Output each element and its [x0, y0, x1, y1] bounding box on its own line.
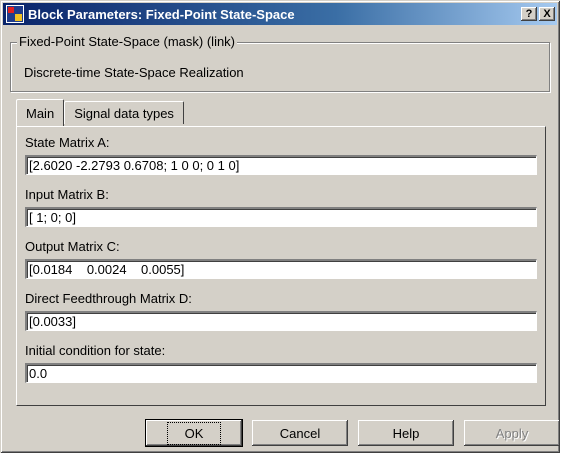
state-matrix-a-field[interactable]: [2.6020 -2.2793 0.6708; 1 0 0; 0 1 0]	[25, 155, 537, 175]
window-title: Block Parameters: Fixed-Point State-Spac…	[28, 6, 295, 22]
ok-button[interactable]: OK	[146, 420, 242, 446]
initial-condition-label: Initial condition for state:	[25, 343, 166, 358]
help-title-button[interactable]: ?	[521, 7, 537, 21]
tab-strip: Main Signal data types	[16, 99, 184, 127]
dialog-window: Block Parameters: Fixed-Point State-Spac…	[0, 0, 560, 453]
tab-signal-data-types[interactable]: Signal data types	[64, 101, 184, 124]
cancel-button-label: Cancel	[279, 425, 321, 441]
simulink-block-icon	[6, 5, 24, 23]
mask-description-group: Fixed-Point State-Space (mask) (link) Di…	[10, 34, 550, 92]
main-tab-panel: State Matrix A: [2.6020 -2.2793 0.6708; …	[16, 126, 546, 406]
mask-group-title: Fixed-Point State-Space (mask) (link)	[17, 34, 238, 49]
mask-description: Discrete-time State-Space Realization	[24, 65, 244, 80]
feedthrough-matrix-d-label: Direct Feedthrough Matrix D:	[25, 291, 192, 306]
apply-button[interactable]: Apply	[464, 420, 560, 446]
input-matrix-b-field[interactable]: [ 1; 0; 0]	[25, 207, 537, 227]
state-matrix-a-label: State Matrix A:	[25, 135, 110, 150]
apply-button-label: Apply	[495, 425, 529, 441]
close-button[interactable]: X	[539, 7, 555, 21]
output-matrix-c-field[interactable]: [0.0184 0.0024 0.0055]	[25, 259, 537, 279]
initial-condition-field[interactable]: 0.0	[25, 363, 537, 383]
help-button-label: Help	[392, 425, 420, 441]
output-matrix-c-label: Output Matrix C:	[25, 239, 120, 254]
title-bar[interactable]: Block Parameters: Fixed-Point State-Spac…	[3, 3, 557, 25]
help-button[interactable]: Help	[358, 420, 454, 446]
feedthrough-matrix-d-field[interactable]: [0.0033]	[25, 311, 537, 331]
cancel-button[interactable]: Cancel	[252, 420, 348, 446]
tab-main[interactable]: Main	[16, 99, 65, 126]
ok-button-label: OK	[166, 421, 222, 445]
dialog-buttons: OK Cancel Help Apply	[146, 420, 560, 446]
input-matrix-b-label: Input Matrix B:	[25, 187, 109, 202]
